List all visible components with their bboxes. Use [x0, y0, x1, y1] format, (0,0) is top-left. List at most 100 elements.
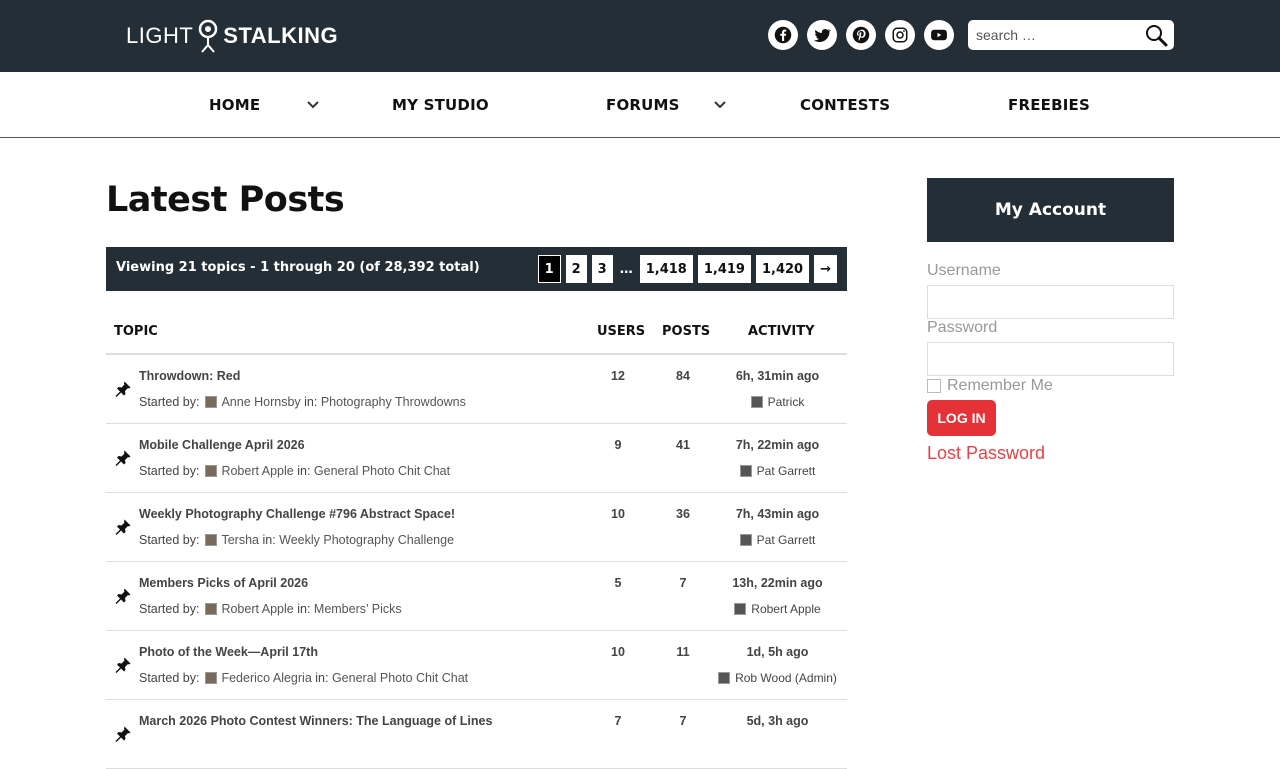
- avatar[interactable]: [205, 396, 218, 408]
- page-link-current[interactable]: 1: [537, 255, 561, 283]
- page-link[interactable]: 3: [591, 255, 613, 283]
- avatar[interactable]: [205, 465, 218, 477]
- in-label: in:: [297, 602, 311, 616]
- topic-forum[interactable]: Members’ Picks: [314, 602, 402, 616]
- table-row: Throwdown: Red Started by: Anne Hornsby in…: [106, 355, 847, 424]
- pin-icon: [115, 657, 131, 673]
- last-post-by: Robert Apple: [706, 602, 849, 616]
- column-activity: ACTIVITY: [748, 324, 815, 339]
- search-box: [968, 20, 1174, 50]
- nav-contests[interactable]: CONTESTS: [800, 72, 890, 138]
- avatar[interactable]: [205, 534, 218, 546]
- login-button[interactable]: LOG IN: [927, 400, 996, 436]
- topic-meta: Started by: Robert Apple in: Members’ Pic…: [139, 602, 402, 616]
- site-logo[interactable]: LIGHT STALKING: [126, 18, 338, 54]
- nav-my-studio[interactable]: MY STUDIO: [392, 72, 489, 138]
- avatar[interactable]: [739, 534, 752, 546]
- search-input[interactable]: [976, 25, 1136, 45]
- page-link[interactable]: 1,418: [639, 255, 693, 283]
- twitter-icon[interactable]: [807, 20, 837, 50]
- avatar[interactable]: [205, 672, 218, 684]
- table-row: Photo of the Week—April 17th Started by: F…: [106, 631, 847, 700]
- topic-title[interactable]: Members Picks of April 2026: [139, 576, 308, 590]
- password-field[interactable]: [927, 342, 1174, 376]
- page-link[interactable]: 2: [565, 255, 587, 283]
- camera-light-icon: [199, 19, 218, 53]
- last-post-author[interactable]: Rob Wood (Admin): [735, 671, 837, 685]
- username-field[interactable]: [927, 285, 1174, 319]
- instagram-icon[interactable]: [885, 20, 915, 50]
- topic-meta: Started by: Robert Apple in: General Phot…: [139, 464, 450, 478]
- topic-users: 5: [614, 576, 622, 590]
- pagination-bar: Viewing 21 topics - 1 through 20 (of 28,…: [106, 247, 847, 291]
- page-link[interactable]: 1,420: [755, 255, 810, 283]
- last-post-author[interactable]: Pat Garrett: [757, 533, 816, 547]
- topic-author[interactable]: Robert Apple: [221, 464, 293, 478]
- nav-freebies[interactable]: FREEBIES: [1008, 72, 1090, 138]
- logo-text-stalking: STALKING: [223, 23, 339, 48]
- topic-author[interactable]: Federico Alegria: [221, 671, 311, 685]
- last-post-author[interactable]: Pat Garrett: [757, 464, 816, 478]
- topic-author[interactable]: Tersha: [221, 533, 259, 547]
- youtube-icon[interactable]: [924, 20, 954, 50]
- topic-activity[interactable]: 5d, 3h ago: [706, 714, 849, 728]
- topic-title[interactable]: Throwdown: Red: [139, 369, 240, 383]
- facebook-icon[interactable]: [768, 20, 798, 50]
- started-by-label: Started by:: [139, 464, 200, 478]
- password-label: Password: [927, 319, 998, 336]
- avatar[interactable]: [205, 603, 218, 615]
- topic-activity[interactable]: 7h, 43min ago: [706, 507, 849, 521]
- remember-me: Remember Me: [927, 377, 1053, 395]
- chevron-down-icon[interactable]: [306, 100, 320, 110]
- column-topic: TOPIC: [114, 324, 158, 339]
- pin-icon: [115, 381, 131, 397]
- topic-title[interactable]: Mobile Challenge April 2026: [139, 438, 305, 452]
- topic-posts: 11: [676, 645, 690, 659]
- topic-title[interactable]: March 2026 Photo Contest Winners: The La…: [139, 714, 492, 728]
- topic-posts: 41: [676, 438, 690, 452]
- topic-title[interactable]: Photo of the Week—April 17th: [139, 645, 318, 659]
- avatar[interactable]: [718, 672, 731, 684]
- topic-users: 7: [614, 714, 622, 728]
- chevron-down-icon[interactable]: [713, 100, 727, 110]
- topic-activity[interactable]: 1d, 5h ago: [706, 645, 849, 659]
- last-post-by: Patrick: [706, 395, 849, 409]
- topic-activity[interactable]: 13h, 22min ago: [706, 576, 849, 590]
- avatar[interactable]: [739, 465, 752, 477]
- last-post-author[interactable]: Patrick: [768, 395, 805, 409]
- page-link[interactable]: 1,419: [697, 255, 751, 283]
- table-row: Mobile Challenge April 2026 Started by: Ro…: [106, 424, 847, 493]
- pin-icon: [115, 450, 131, 466]
- topic-forum[interactable]: Photography Throwdowns: [321, 395, 466, 409]
- last-post-by: Rob Wood (Admin): [706, 671, 849, 685]
- remember-me-checkbox[interactable]: [927, 379, 941, 393]
- last-post-by: Pat Garrett: [706, 464, 849, 478]
- in-label: in:: [304, 395, 318, 409]
- page-next-arrow[interactable]: →: [814, 255, 837, 283]
- topic-title[interactable]: Weekly Photography Challenge #796 Abstra…: [139, 507, 455, 521]
- topic-activity[interactable]: 6h, 31min ago: [706, 369, 849, 383]
- table-row: March 2026 Photo Contest Winners: The La…: [106, 700, 847, 769]
- nav-home[interactable]: HOME: [209, 72, 260, 138]
- top-header: LIGHT STALKING: [0, 0, 1280, 72]
- topic-forum[interactable]: Weekly Photography Challenge: [279, 533, 454, 547]
- avatar[interactable]: [750, 396, 763, 408]
- topic-forum[interactable]: General Photo Chit Chat: [314, 464, 450, 478]
- topic-author[interactable]: Robert Apple: [221, 602, 293, 616]
- topic-users: 10: [611, 507, 625, 521]
- topic-activity[interactable]: 7h, 22min ago: [706, 438, 849, 452]
- pin-icon: [115, 726, 131, 742]
- started-by-label: Started by:: [139, 671, 200, 685]
- topic-author[interactable]: Anne Hornsby: [221, 395, 300, 409]
- pin-icon: [115, 588, 131, 604]
- pinterest-icon[interactable]: [846, 20, 876, 50]
- started-by-label: Started by:: [139, 395, 200, 409]
- nav-forums[interactable]: FORUMS: [606, 72, 680, 138]
- started-by-label: Started by:: [139, 602, 200, 616]
- last-post-author[interactable]: Robert Apple: [751, 602, 820, 616]
- topic-forum[interactable]: General Photo Chit Chat: [332, 671, 468, 685]
- lost-password-link[interactable]: Lost Password: [927, 443, 1045, 464]
- search-icon[interactable]: [1144, 23, 1168, 47]
- table-row: Weekly Photography Challenge #796 Abstra…: [106, 493, 847, 562]
- avatar[interactable]: [734, 603, 747, 615]
